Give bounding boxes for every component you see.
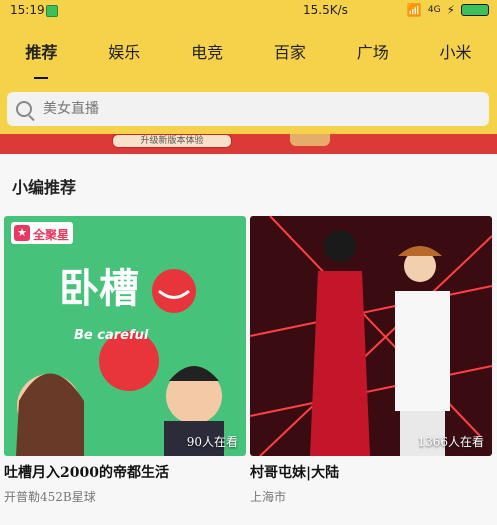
status-time: 15:19 bbox=[10, 3, 45, 17]
signal-label: 4G bbox=[427, 5, 441, 15]
top-tab-bar: 推荐 娱乐 电竞 百家 广场 小米 bbox=[0, 22, 497, 84]
search-icon bbox=[16, 101, 32, 117]
upgrade-pill[interactable]: 升级新版本体验 bbox=[112, 134, 232, 148]
status-bar: 15:19 15.5K/s 📶 4G ⚡ bbox=[0, 0, 497, 22]
stream-card[interactable]: 1366人在看 村哥屯妹|大陆 上海市 bbox=[250, 216, 492, 505]
art-caption: Be careful bbox=[74, 328, 149, 343]
search-input[interactable] bbox=[41, 100, 465, 118]
network-speed: 15.5K/s bbox=[303, 3, 348, 17]
tab-plaza[interactable]: 广场 bbox=[331, 39, 414, 63]
stream-location: 上海市 bbox=[250, 490, 287, 504]
stream-thumbnail[interactable]: ★ 全聚星 卧槽 Be careful 90人在看 bbox=[4, 216, 246, 456]
charging-icon: ⚡ bbox=[446, 3, 455, 17]
search-box[interactable] bbox=[7, 92, 489, 126]
status-icons: 📶 4G ⚡ bbox=[407, 3, 489, 17]
gift-box-icon bbox=[290, 134, 330, 146]
section-title: 小编推荐 bbox=[12, 178, 77, 197]
viewer-count: 1366人在看 bbox=[417, 435, 484, 449]
wifi-icon: 📶 bbox=[406, 3, 422, 17]
stream-thumbnail[interactable]: 1366人在看 bbox=[250, 216, 492, 456]
stream-artwork bbox=[250, 216, 492, 456]
stream-card[interactable]: ★ 全聚星 卧槽 Be careful 90人在看 吐槽月入2000的帝都生活 … bbox=[4, 216, 246, 505]
app-notification-icon bbox=[46, 5, 58, 17]
promo-banner[interactable]: 升级新版本体验 bbox=[0, 134, 497, 154]
stream-title[interactable]: 吐槽月入2000的帝都生活 bbox=[4, 462, 246, 482]
battery-icon bbox=[461, 4, 489, 16]
art-title: 卧槽 bbox=[59, 265, 139, 312]
tab-recommend[interactable]: 推荐 bbox=[0, 39, 83, 63]
tab-baijia[interactable]: 百家 bbox=[248, 39, 331, 63]
tab-xiaomi[interactable]: 小米 bbox=[414, 39, 497, 63]
tab-esports[interactable]: 电竞 bbox=[166, 39, 249, 63]
stream-location: 开普勒452B星球 bbox=[4, 490, 96, 504]
search-area bbox=[0, 84, 497, 134]
tab-entertainment[interactable]: 娱乐 bbox=[83, 39, 166, 63]
stream-title[interactable]: 村哥屯妹|大陆 bbox=[250, 462, 492, 482]
viewer-count: 90人在看 bbox=[186, 435, 238, 449]
